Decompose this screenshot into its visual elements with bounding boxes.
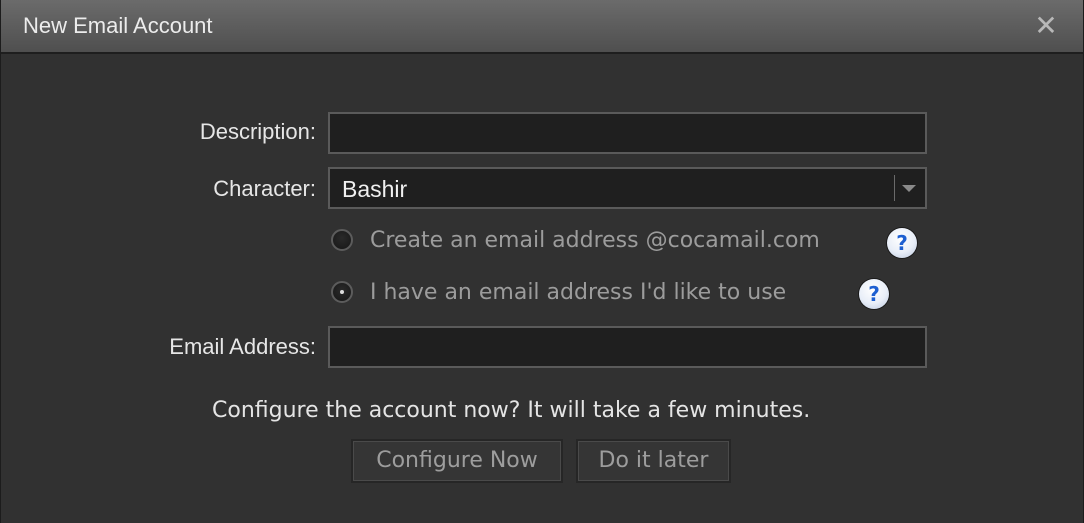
close-icon[interactable]: ✕ <box>1033 11 1059 41</box>
radio-create-label[interactable]: Create an email address @cocamail.com <box>370 227 820 255</box>
radio-existing-label[interactable]: I have an email address I'd like to use <box>370 279 786 307</box>
new-email-account-dialog: New Email Account ✕ Description: Charact… <box>0 0 1084 523</box>
do-it-later-button[interactable]: Do it later <box>576 439 731 483</box>
character-label: Character: <box>213 176 316 201</box>
configure-prompt: Configure the account now? It will take … <box>212 398 811 423</box>
help-icon[interactable]: ? <box>887 228 917 258</box>
radio-existing-button[interactable] <box>331 281 353 303</box>
character-select-value: Bashir <box>342 176 408 202</box>
radio-create-button[interactable] <box>331 229 353 251</box>
dialog-titlebar[interactable]: New Email Account ✕ <box>1 0 1083 54</box>
description-label: Description: <box>199 119 316 144</box>
email-address-field[interactable] <box>328 326 927 368</box>
email-address-label: Email Address: <box>169 334 316 359</box>
dialog-title: New Email Account <box>23 13 213 38</box>
description-field[interactable] <box>328 112 927 154</box>
configure-now-button[interactable]: Configure Now <box>351 439 563 483</box>
select-divider <box>894 175 895 201</box>
help-icon[interactable]: ? <box>859 279 889 309</box>
character-select[interactable]: Bashir <box>328 167 927 209</box>
chevron-down-icon[interactable] <box>902 185 916 192</box>
